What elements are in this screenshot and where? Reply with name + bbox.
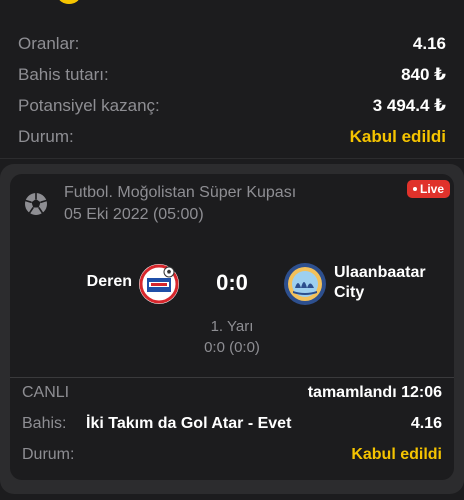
bet-summary: Oranlar: 4.16 Bahis tutarı: 840 ₺ Potans… <box>18 28 446 152</box>
match-period: 1. Yarı <box>210 318 254 335</box>
league-name: Futbol. Moğolistan Süper Kupası <box>64 184 297 201</box>
live-state-row: CANLI tamamlandı 12:06 <box>22 384 442 402</box>
bet-label: Bahis: <box>22 415 67 432</box>
status-label: Durum: <box>18 126 74 146</box>
bet-status-value: Kabul edildi <box>351 446 442 463</box>
event-date: 05 Eki 2022 (05:00) <box>64 206 204 223</box>
away-team-logo <box>284 263 326 305</box>
stake-label: Bahis tutarı: <box>18 64 109 84</box>
bet-status-row: Durum: Kabul edildi <box>22 446 442 464</box>
away-team-name: Ulaanbaatar City <box>334 264 426 301</box>
odds-label: Oranlar: <box>18 33 80 53</box>
odds-row: Oranlar: 4.16 <box>18 28 446 59</box>
live-state-label: CANLI <box>22 384 70 401</box>
odds-value: 4.16 <box>412 33 446 53</box>
stake-row: Bahis tutarı: 840 ₺ <box>18 59 446 90</box>
potential-win-value: 3 494.4 ₺ <box>372 95 446 115</box>
period-score: 0:0 (0:0) <box>204 339 260 356</box>
bet-market: İki Takım da Gol Atar - Evet <box>86 415 292 432</box>
bet-status-label: Durum: <box>22 446 75 463</box>
live-dot-icon <box>412 187 417 191</box>
bet-odds: 4.16 <box>410 415 442 432</box>
card-divider <box>10 377 454 378</box>
home-team-name: Deren <box>86 273 132 290</box>
stake-value: 840 ₺ <box>401 64 446 84</box>
potential-win-row: Potansiyel kazanç: 3 494.4 ₺ <box>18 90 446 121</box>
home-team-logo <box>139 264 179 304</box>
live-badge-label: Live <box>419 182 444 196</box>
status-row: Durum: Kabul edildi <box>18 121 446 152</box>
divider <box>0 158 464 159</box>
potential-win-label: Potansiyel kazanç: <box>18 95 160 115</box>
live-state-value: tamamlandı 12:06 <box>307 384 442 401</box>
accent-indicator <box>58 0 80 4</box>
status-value: Kabul edildi <box>349 126 446 146</box>
live-badge: Live <box>406 180 450 198</box>
soccer-ball-icon <box>25 193 47 215</box>
match-score: 0:0 <box>216 270 248 295</box>
